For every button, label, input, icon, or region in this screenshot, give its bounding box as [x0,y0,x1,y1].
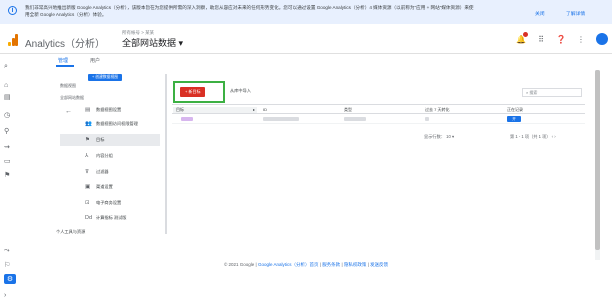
new-goal-button[interactable]: + 新目标 [180,87,206,97]
cart-icon: ⊡ [85,200,90,206]
tab-admin[interactable]: 管理 [58,57,68,64]
column-divider [165,74,167,234]
goal-id-redacted [263,117,299,121]
channel-icon: ▣ [85,184,91,190]
goal-type-redacted [344,117,366,121]
conversions-icon[interactable]: ⚑ [4,170,16,180]
users-icon: 👥 [85,121,92,127]
view-name[interactable]: 全部网站数据 [60,95,84,101]
menu-item-ecommerce[interactable]: ⊡ 电子商务设置 [60,197,160,209]
notifications-icon[interactable]: 🔔 [516,32,528,44]
next-page-icon[interactable]: › [554,134,555,139]
apps-grid-icon[interactable]: ⠿ [536,34,546,44]
footer-home-link[interactable]: Google Analytics（分析）首页 [258,262,319,267]
realtime-icon[interactable]: ◷ [4,110,16,120]
menu-item-calculated-metrics[interactable]: Dd 计算指标 测试版 [60,212,160,224]
tab-active-indicator [56,65,74,67]
top-header: Analytics（分析） 所有帐号 > 某某 全部网站数据 ▾ 🔔 ⠿ ❓ ⋮ [0,24,612,54]
search-icon[interactable]: ⌕ [4,62,16,72]
property-selector[interactable]: 全部网站数据 ▾ [122,36,183,49]
menu-item-view-settings[interactable]: ▤ 数据视图设置 [60,104,160,116]
audience-icon[interactable]: ⚲ [4,126,16,136]
analytics-admin-screen: i 我们非常高兴地推出新版 Google Analytics（分析），该版本旨在… [0,0,612,302]
flag-icon: ⚑ [85,137,90,143]
behavior-icon[interactable]: ▭ [4,156,16,166]
page-footer: © 2021 Google | Google Analytics（分析）首页 |… [223,262,389,267]
create-view-button[interactable]: + 创建数据视图 [88,74,123,81]
col-id[interactable]: ID [263,107,267,112]
menu-item-view-access[interactable]: 👥 数据视图访问权限管理 [60,118,160,130]
pagination: 第 1 - 1 项（共 1 项） ‹ › [510,134,556,139]
scrollbar-thumb[interactable] [595,70,600,250]
notice-banner: i 我们非常高兴地推出新版 Google Analytics（分析），该版本旨在… [0,0,612,24]
attribution-icon[interactable]: ⤳ [4,246,16,256]
more-vert-icon[interactable]: ⋮ [576,34,586,44]
rows-per-page[interactable]: 显示行数： 10 ▾ [424,134,454,140]
view-column-label: 数据视图 [60,83,76,88]
calc-icon: Dd [85,215,93,221]
acquisition-icon[interactable]: ⇝ [4,142,16,152]
goal-name-redacted[interactable] [181,117,193,121]
col-type[interactable]: 类型 [344,107,352,113]
col-conversions[interactable]: 过去 7 天转化 [425,107,449,113]
menu-item-filters[interactable]: ⊽ 过滤器 [60,166,160,178]
search-input[interactable]: ⌕ 搜索 [522,88,582,97]
menu-item-channel-settings[interactable]: ▣ 渠道设置 [60,181,160,193]
goal-conversions-redacted [425,117,429,121]
admin-tabs: 管理 用户 [20,54,600,67]
col-goal[interactable]: 目标 ▸ [173,107,257,113]
banner-learn-more-link[interactable]: 了解详情 [566,10,585,17]
goals-panel: + 新目标 从库中导入 ⌕ 搜索 目标 ▸ ID 类型 过去 7 天转化 正在记… [172,81,592,262]
col-recording[interactable]: 正在记录 [507,107,523,113]
help-icon[interactable]: ❓ [556,34,566,44]
tab-users[interactable]: 用户 [90,57,100,64]
analytics-logo-icon [8,34,18,46]
avatar[interactable] [596,33,608,45]
filter-icon: ⊽ [85,169,90,175]
customization-icon[interactable]: ▤ [4,92,16,102]
prev-page-icon[interactable]: ‹ [552,134,553,139]
menu-item-goals[interactable]: ⚑ 目标 [60,134,160,146]
footer-feedback-link[interactable]: 发送反馈 [370,262,388,267]
table-header: 目标 ▸ ID 类型 过去 7 天转化 正在记录 [172,104,585,114]
expand-nav-icon[interactable]: › [4,290,16,300]
footer-terms-link[interactable]: 服务条款 [322,262,340,267]
view-column: 数据视图 + 创建数据视图 全部网站数据 [60,74,123,101]
banner-close-link[interactable]: 关闭 [535,10,545,17]
admin-gear-icon[interactable]: ⚙ [4,274,16,284]
table-row: 开 [172,114,585,124]
home-icon[interactable]: ⌂ [4,80,16,90]
app-title: Analytics（分析） [25,39,106,50]
menu-item-content-grouping[interactable]: ⅄ 内容分组 [60,150,160,162]
footer-privacy-link[interactable]: 隐私权政策 [344,262,367,267]
banner-text: 我们非常高兴地推出新版 Google Analytics（分析），该版本旨在为您… [25,5,474,17]
grouping-icon: ⅄ [85,153,89,159]
recording-toggle[interactable]: 开 [507,116,521,122]
import-from-gallery-button[interactable]: 从库中导入 [230,88,251,94]
menu-item-personal-tools[interactable]: 个人工具与资源 [56,226,160,238]
settings-icon: ▤ [85,107,91,113]
info-icon: i [8,6,17,15]
